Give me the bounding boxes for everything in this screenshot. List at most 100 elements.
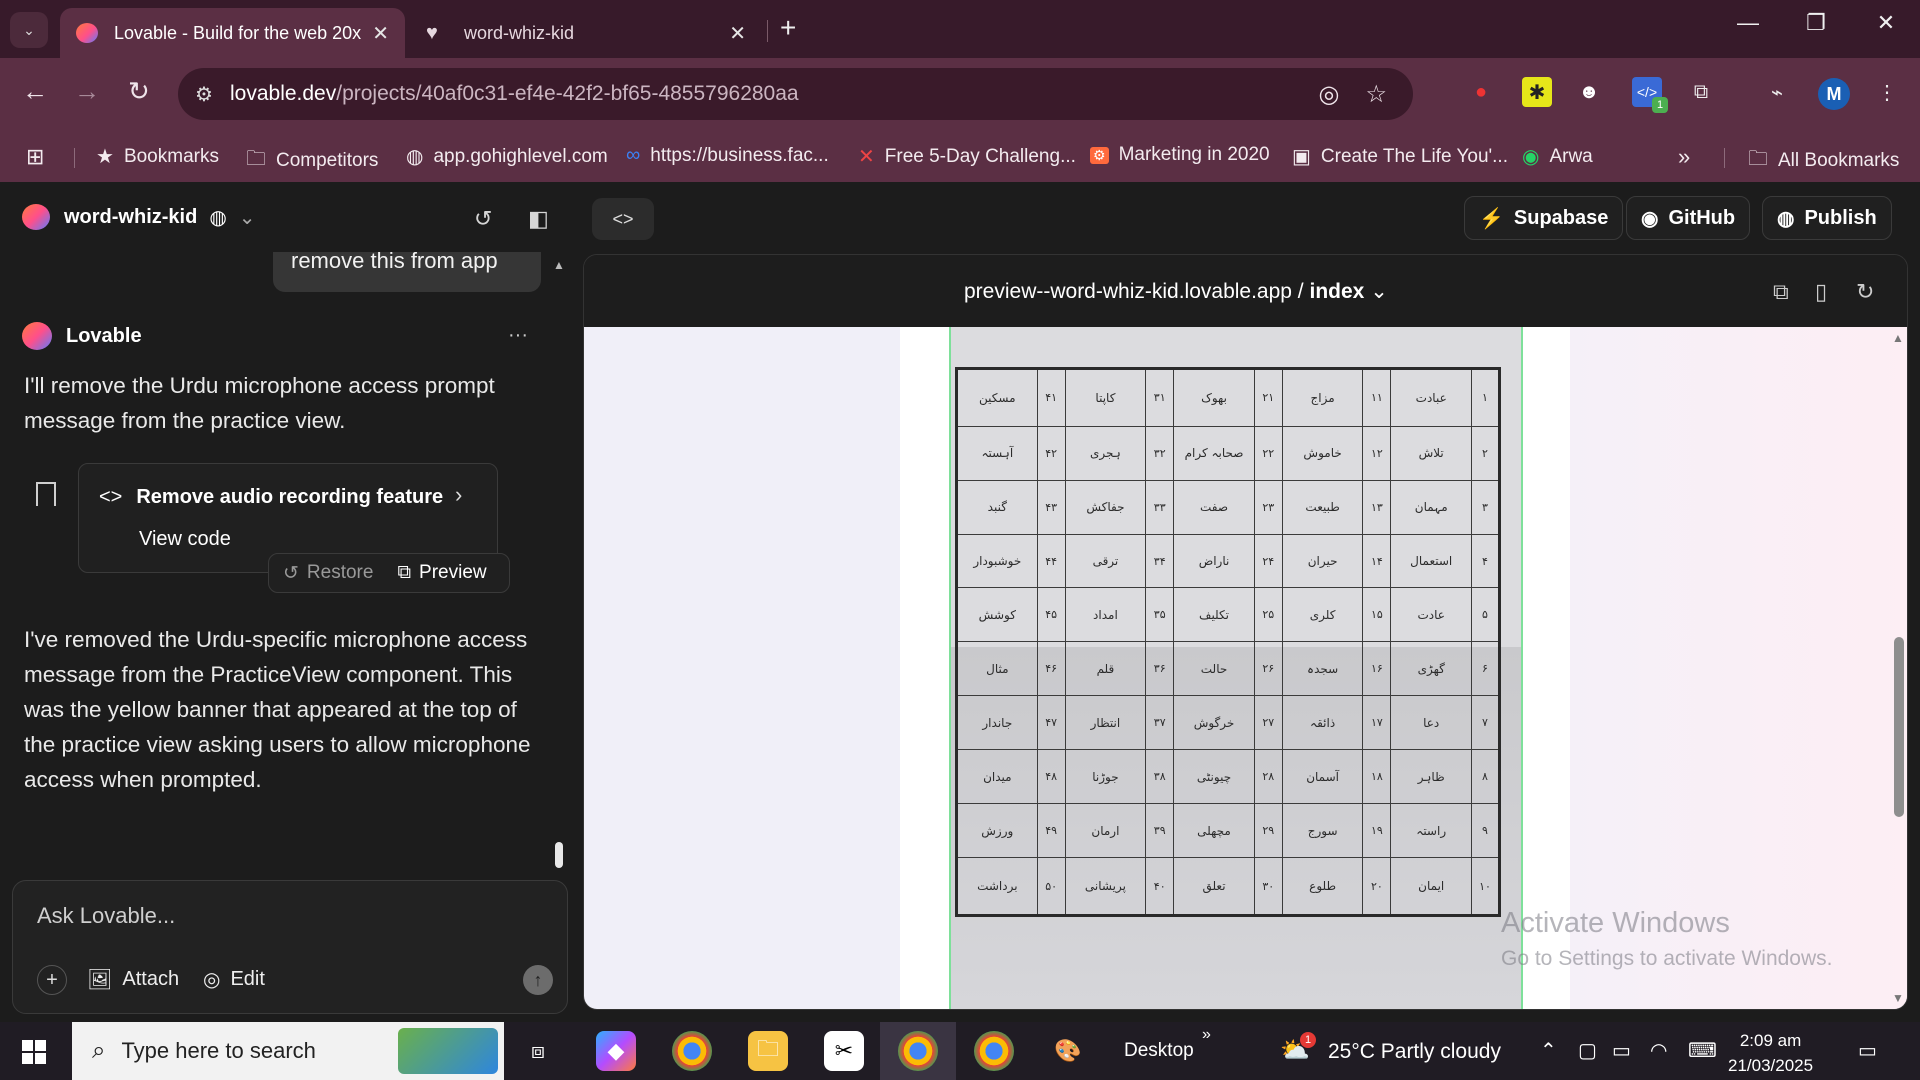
weather-text[interactable]: 25°C Partly cloudy bbox=[1328, 1040, 1501, 1064]
tab-lovable[interactable]: Lovable - Build for the web 20x ✕ bbox=[60, 8, 405, 58]
scroll-up-arrow[interactable]: ▲ bbox=[1892, 331, 1904, 345]
bookmark-icon[interactable] bbox=[36, 482, 56, 506]
apps-grid-icon[interactable]: ⊞ bbox=[26, 144, 44, 170]
publish-button[interactable]: ◍ Publish bbox=[1762, 196, 1892, 240]
sidebar-toggle-icon[interactable]: ◧ bbox=[528, 206, 549, 232]
chat-scrollbar[interactable] bbox=[555, 842, 563, 868]
tab-word-whiz-kid[interactable]: ♥ word-whiz-kid ✕ bbox=[410, 8, 762, 58]
site-info-icon[interactable]: ⚙ bbox=[178, 68, 230, 120]
all-bookmarks-button[interactable]: 🗀 All Bookmarks bbox=[1748, 144, 1899, 178]
globe-icon: ◍ bbox=[209, 206, 227, 229]
scroll-up-icon[interactable]: ▲ bbox=[553, 258, 565, 272]
more-bookmarks-icon[interactable]: » bbox=[1678, 144, 1690, 170]
preview-button[interactable]: ⧉ Preview bbox=[397, 562, 486, 584]
profile-avatar[interactable]: M bbox=[1818, 78, 1850, 110]
worksheet-word-cell: میدان bbox=[956, 749, 1038, 805]
worksheet-number-cell: ۸ bbox=[1471, 749, 1500, 805]
urdu-word-table: ۱ عبادت ۱۱ مزاج ۲۱ بھوک ۳۱ کاپتا ۴۱ مسکین ۲ تلاش ۱۲ خ… bbox=[955, 367, 1501, 917]
task-view-icon[interactable]: ⧈ bbox=[518, 1031, 558, 1071]
capcut-icon[interactable]: ✂ bbox=[824, 1031, 864, 1071]
target-icon: ◎ bbox=[203, 969, 221, 991]
meet-now-icon[interactable]: ▢ bbox=[1578, 1038, 1597, 1063]
chevron-up-icon[interactable]: ⌃ bbox=[1540, 1038, 1557, 1063]
bookmark-gohighlevel[interactable]: ◍ app.gohighlevel.com bbox=[406, 144, 608, 169]
battery-icon[interactable]: ▭ bbox=[1612, 1038, 1631, 1063]
refresh-icon[interactable]: ↻ bbox=[1856, 279, 1874, 305]
reload-button[interactable]: ↻ bbox=[128, 76, 150, 107]
code-view-button[interactable]: <> bbox=[592, 198, 654, 240]
bookmark-marketing-2020[interactable]: ⚙ Marketing in 2020 bbox=[1090, 144, 1270, 166]
open-new-tab-icon[interactable]: ⧉ bbox=[1773, 279, 1789, 305]
chat-input-placeholder[interactable]: Ask Lovable... bbox=[37, 903, 175, 929]
preview-url[interactable]: preview--word-whiz-kid.lovable.app / ind… bbox=[964, 279, 1388, 304]
performance-icon[interactable]: ⌁ bbox=[1762, 77, 1792, 107]
bookmark-create-life[interactable]: ▣ Create The Life You'... bbox=[1292, 144, 1508, 169]
supabase-button[interactable]: ⚡ Supabase bbox=[1464, 196, 1624, 240]
notifications-icon[interactable]: ▭ bbox=[1858, 1038, 1877, 1063]
attach-button[interactable]: 🖼 Attach bbox=[87, 967, 179, 992]
wifi-icon[interactable]: ◠ bbox=[1650, 1038, 1667, 1063]
bookmark-bookmarks[interactable]: ★ Bookmarks bbox=[96, 144, 219, 169]
view-code-link[interactable]: View code bbox=[139, 528, 231, 551]
copilot-icon[interactable]: ◆ bbox=[596, 1031, 636, 1071]
bookmark-free-challenge[interactable]: ✕ Free 5-Day Challeng... bbox=[858, 144, 1076, 169]
bookmark-competitors[interactable]: 🗀 Competitors bbox=[246, 144, 378, 178]
url-text[interactable]: lovable.dev/projects/40af0c31-ef4e-42f2-… bbox=[230, 82, 1319, 106]
worksheet-number-cell: ۳۴ bbox=[1145, 533, 1175, 589]
chrome-profile-icon[interactable] bbox=[898, 1031, 938, 1071]
forward-button[interactable]: → bbox=[74, 76, 100, 107]
desktop-toolbar-label[interactable]: Desktop bbox=[1124, 1040, 1194, 1062]
keyboard-icon[interactable]: ⌨ bbox=[1688, 1038, 1717, 1063]
edit-button[interactable]: ◎ Edit bbox=[203, 967, 265, 992]
mobile-view-icon[interactable]: ▯ bbox=[1815, 279, 1827, 305]
pokeball-extension-icon[interactable]: ● bbox=[1466, 77, 1496, 107]
file-explorer-icon[interactable]: 🗀 bbox=[748, 1031, 788, 1071]
new-tab-button[interactable]: + bbox=[780, 12, 796, 44]
worksheet-number-cell: ۳۹ bbox=[1145, 803, 1175, 859]
search-placeholder: Type here to search bbox=[121, 1038, 316, 1063]
history-icon[interactable]: ↺ bbox=[474, 206, 492, 232]
browser-menu-icon[interactable]: ⋮ bbox=[1872, 77, 1902, 107]
back-button[interactable]: ← bbox=[22, 76, 48, 107]
worksheet-word-cell: تلاش bbox=[1390, 425, 1472, 481]
restore-button[interactable]: ↺ Restore bbox=[283, 562, 373, 585]
send-button[interactable]: ↑ bbox=[523, 965, 553, 995]
bookmark-business-facebook[interactable]: ∞ https://business.fac... bbox=[626, 144, 829, 167]
worksheet-number-cell: ۴۰ bbox=[1145, 857, 1175, 916]
close-window-button[interactable]: ✕ bbox=[1856, 10, 1916, 36]
bookmarks-bar: ⊞ ★ Bookmarks 🗀 Competitors ◍ app.gohighlev… bbox=[0, 132, 1920, 182]
close-icon[interactable]: ✕ bbox=[372, 21, 389, 46]
more-options-icon[interactable]: ··· bbox=[508, 324, 528, 347]
scrollbar-thumb[interactable] bbox=[1894, 637, 1904, 817]
close-icon[interactable]: ✕ bbox=[729, 21, 746, 46]
add-button[interactable]: + bbox=[37, 965, 67, 995]
system-clock[interactable]: 2:09 am 21/03/2025 bbox=[1728, 1028, 1813, 1078]
paint-icon[interactable]: 🎨 bbox=[1048, 1031, 1088, 1071]
chevron-double-right-icon[interactable]: » bbox=[1202, 1026, 1211, 1044]
chevron-right-icon[interactable]: › bbox=[455, 482, 462, 508]
star-icon[interactable]: ☆ bbox=[1365, 80, 1387, 109]
bookmark-arwa[interactable]: ◉ Arwa bbox=[1522, 144, 1593, 169]
code-extension-icon[interactable]: </> 1 bbox=[1632, 77, 1668, 113]
worksheet-number-cell: ۳۱ bbox=[1145, 368, 1175, 427]
preview-scrollbar[interactable]: ▲ ▼ bbox=[1889, 327, 1907, 1009]
worksheet-image: ۱ عبادت ۱۱ مزاج ۲۱ بھوک ۳۱ کاپتا ۴۱ مسکین ۲ تلاش ۱۲ خ… bbox=[949, 327, 1523, 1009]
scroll-down-arrow[interactable]: ▼ bbox=[1892, 991, 1904, 1005]
chat-input[interactable]: Ask Lovable... + 🖼 Attach ◎ Edit ↑ bbox=[12, 880, 568, 1014]
address-bar[interactable]: ⚙ lovable.dev/projects/40af0c31-ef4e-42f… bbox=[178, 68, 1413, 120]
ghost-extension-icon[interactable]: ☻ bbox=[1574, 77, 1604, 107]
tab-search-button[interactable]: ⌄ bbox=[10, 12, 48, 48]
chrome-profile-icon[interactable] bbox=[974, 1031, 1014, 1071]
asterisk-extension-icon[interactable]: ✱ bbox=[1522, 77, 1552, 107]
puzzle-extensions-icon[interactable]: ⧉ bbox=[1686, 77, 1716, 107]
weather-icon[interactable]: ⛅ 1 bbox=[1280, 1032, 1316, 1065]
github-button[interactable]: ◉ GitHub bbox=[1626, 196, 1751, 240]
taskbar-search[interactable]: ⌕ Type here to search bbox=[72, 1022, 504, 1080]
project-switcher[interactable]: word-whiz-kid ◍ ⌄ bbox=[22, 204, 256, 230]
windows-start-button[interactable] bbox=[22, 1040, 46, 1064]
all-bookmarks-label: All Bookmarks bbox=[1778, 150, 1900, 171]
chrome-icon[interactable] bbox=[672, 1031, 712, 1071]
eye-off-icon[interactable]: ◎ bbox=[1319, 80, 1340, 109]
minimize-button[interactable]: — bbox=[1718, 10, 1778, 36]
restore-window-button[interactable]: ❐ bbox=[1786, 10, 1846, 36]
